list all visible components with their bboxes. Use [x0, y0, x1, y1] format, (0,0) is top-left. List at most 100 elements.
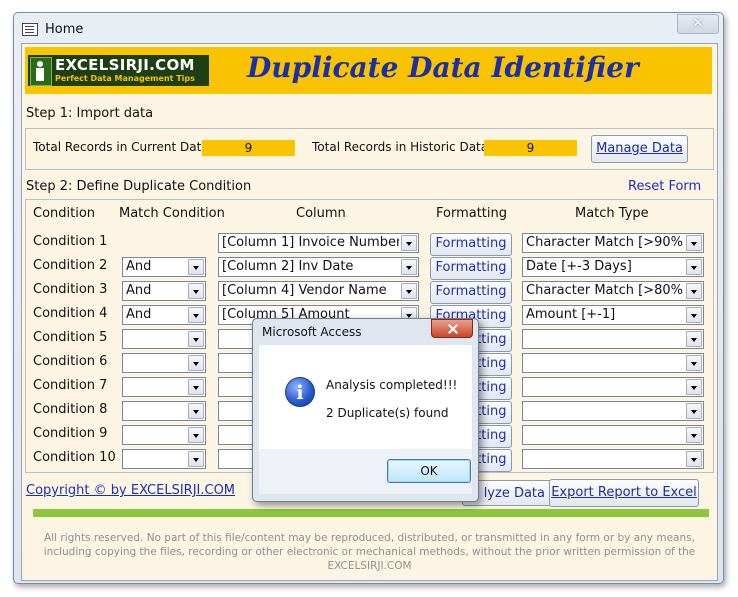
match-condition-select-4[interactable]: And — [122, 305, 206, 325]
dropdown-arrow-icon[interactable] — [401, 235, 417, 251]
dropdown-arrow-icon[interactable] — [188, 379, 204, 395]
condition-label-7: Condition 7 — [33, 378, 108, 393]
match-condition-select-4-value: And — [126, 307, 152, 322]
dropdown-arrow-icon[interactable] — [686, 451, 702, 467]
match-condition-select-9[interactable] — [122, 425, 206, 445]
dropdown-arrow-icon[interactable] — [686, 283, 702, 299]
condition-label-2: Condition 2 — [33, 258, 108, 273]
match-condition-select-3[interactable]: And — [122, 281, 206, 301]
header-match-condition: Match Condition — [119, 206, 225, 221]
step1-panel: Total Records in Current Data: 9 Total R… — [25, 128, 714, 170]
form-icon — [22, 23, 38, 36]
match-type-select-7[interactable] — [522, 377, 704, 397]
column-select-2-value: [Column 2] Inv Date — [222, 259, 354, 274]
condition-label-1: Condition 1 — [33, 234, 108, 249]
step1-heading: Step 1: Import data — [26, 106, 154, 121]
column-select-1[interactable]: [Column 1] Invoice Number — [218, 233, 419, 253]
match-condition-select-5[interactable] — [122, 329, 206, 349]
match-type-select-1-value: Character Match [>90%] — [526, 235, 684, 250]
dropdown-arrow-icon[interactable] — [686, 427, 702, 443]
match-type-select-4[interactable]: Amount [+-1] — [522, 305, 704, 325]
dropdown-arrow-icon[interactable] — [686, 379, 702, 395]
dropdown-arrow-icon[interactable] — [686, 259, 702, 275]
condition-label-10: Condition 10 — [33, 450, 116, 465]
match-condition-select-2[interactable]: And — [122, 257, 206, 277]
match-condition-select-3-value: And — [126, 283, 152, 298]
historic-records-value: 9 — [484, 140, 577, 156]
match-type-select-10[interactable] — [522, 449, 704, 469]
dialog-footer: OK — [259, 449, 472, 494]
historic-records-label: Total Records in Historic Data: — [312, 140, 493, 154]
title-bar: Home ✕ — [14, 13, 723, 45]
dropdown-arrow-icon[interactable] — [686, 355, 702, 371]
dropdown-arrow-icon[interactable] — [686, 403, 702, 419]
window-title: Home — [45, 22, 84, 37]
match-condition-select-7[interactable] — [122, 377, 206, 397]
manage-data-button[interactable]: Manage Data — [591, 135, 688, 163]
formatting-button-3[interactable]: Formatting — [430, 281, 512, 304]
column-select-1-value: [Column 1] Invoice Number — [222, 235, 399, 250]
dialog-close-button[interactable] — [431, 319, 473, 338]
column-select-2[interactable]: [Column 2] Inv Date — [218, 257, 419, 277]
match-condition-select-2-value: And — [126, 259, 152, 274]
dropdown-arrow-icon[interactable] — [188, 307, 204, 323]
match-type-select-2-value: Date [+-3 Days] — [526, 259, 632, 274]
dropdown-arrow-icon[interactable] — [188, 259, 204, 275]
copyright-link[interactable]: Copyright © by EXCELSIRJI.COM — [26, 483, 235, 498]
header-formatting: Formatting — [436, 206, 508, 221]
dropdown-arrow-icon[interactable] — [188, 403, 204, 419]
header-column: Column — [296, 206, 346, 221]
match-type-select-5[interactable] — [522, 329, 704, 349]
dropdown-arrow-icon[interactable] — [401, 283, 417, 299]
dropdown-arrow-icon[interactable] — [401, 259, 417, 275]
message-dialog: Microsoft Access i Analysis completed!!!… — [252, 318, 479, 502]
dropdown-arrow-icon[interactable] — [686, 307, 702, 323]
condition-label-4: Condition 4 — [33, 306, 108, 321]
formatting-button-1[interactable]: Formatting — [430, 233, 512, 256]
match-type-select-3-value: Character Match [>80%] — [526, 283, 684, 298]
ok-button[interactable]: OK — [387, 459, 471, 483]
dialog-title: Microsoft Access — [262, 325, 362, 339]
header-condition: Condition — [33, 206, 96, 221]
logo-tagline: Perfect Data Management Tips — [55, 74, 195, 83]
dropdown-arrow-icon[interactable] — [188, 355, 204, 371]
progress-bar — [33, 509, 709, 517]
condition-label-8: Condition 8 — [33, 402, 108, 417]
dropdown-arrow-icon[interactable] — [188, 451, 204, 467]
excelsirji-logo: EXCELSIRJI.COM Perfect Data Management T… — [28, 55, 209, 86]
match-condition-select-8[interactable] — [122, 401, 206, 421]
export-report-button[interactable]: Export Report to Excel — [549, 479, 699, 507]
condition-label-5: Condition 5 — [33, 330, 108, 345]
match-type-select-6[interactable] — [522, 353, 704, 373]
dialog-message-line1: Analysis completed!!! — [326, 378, 458, 392]
dropdown-arrow-icon[interactable] — [686, 331, 702, 347]
dropdown-arrow-icon[interactable] — [188, 283, 204, 299]
rights-notice: All rights reserved. No part of this fil… — [43, 532, 696, 572]
match-type-select-2[interactable]: Date [+-3 Days] — [522, 257, 704, 277]
page-title: Duplicate Data Identifier — [247, 51, 639, 84]
match-type-select-8[interactable] — [522, 401, 704, 421]
formatting-button-2[interactable]: Formatting — [430, 257, 512, 280]
current-records-label: Total Records in Current Data: — [33, 140, 213, 154]
header-banner: EXCELSIRJI.COM Perfect Data Management T… — [25, 47, 712, 94]
person-icon — [30, 57, 52, 86]
dialog-body: i Analysis completed!!! 2 Duplicate(s) f… — [259, 345, 472, 449]
column-select-3[interactable]: [Column 4] Vendor Name — [218, 281, 419, 301]
window-close-button[interactable]: ✕ — [677, 14, 719, 34]
match-type-select-1[interactable]: Character Match [>90%] — [522, 233, 704, 253]
reset-form-link[interactable]: Reset Form — [628, 179, 701, 194]
match-type-select-9[interactable] — [522, 425, 704, 445]
dropdown-arrow-icon[interactable] — [188, 331, 204, 347]
dropdown-arrow-icon[interactable] — [188, 427, 204, 443]
match-type-select-3[interactable]: Character Match [>80%] — [522, 281, 704, 301]
header-match-type: Match Type — [575, 206, 649, 221]
dropdown-arrow-icon[interactable] — [686, 235, 702, 251]
match-condition-select-10[interactable] — [122, 449, 206, 469]
logo-text: EXCELSIRJI.COM — [55, 56, 195, 74]
match-condition-select-6[interactable] — [122, 353, 206, 373]
column-select-3-value: [Column 4] Vendor Name — [222, 283, 387, 298]
condition-label-3: Condition 3 — [33, 282, 108, 297]
condition-label-9: Condition 9 — [33, 426, 108, 441]
match-type-select-4-value: Amount [+-1] — [526, 307, 616, 322]
dialog-message-line2: 2 Duplicate(s) found — [326, 406, 449, 420]
